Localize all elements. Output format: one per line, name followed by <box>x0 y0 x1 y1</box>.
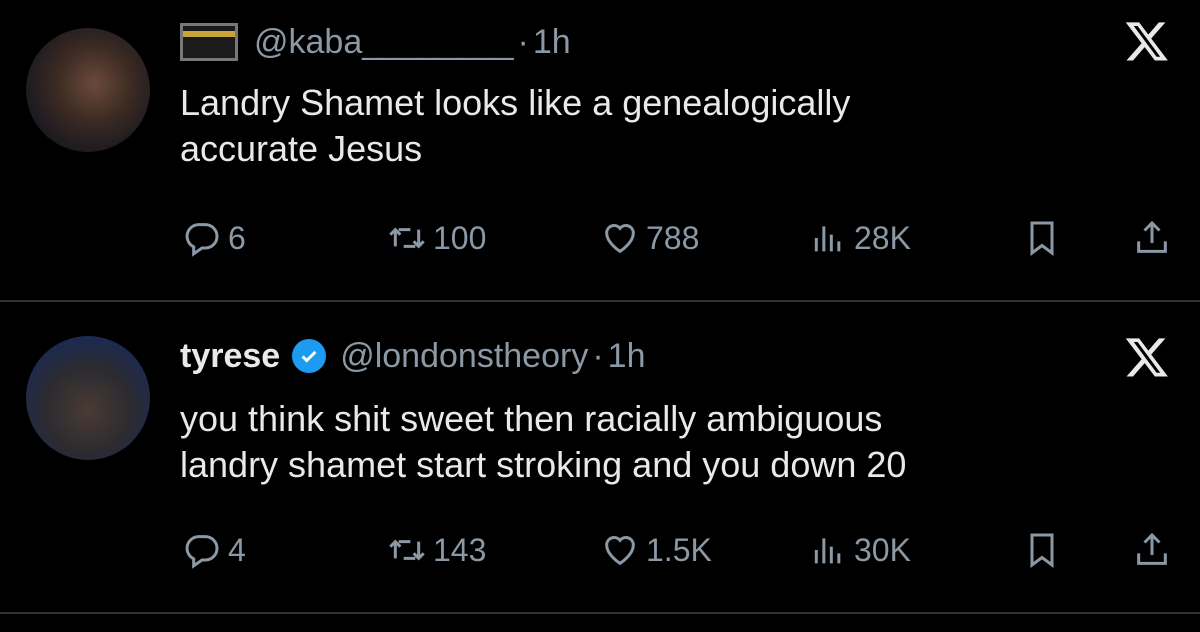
share-icon <box>1137 220 1167 253</box>
views-button[interactable]: 28K <box>808 216 911 260</box>
retweet-count: 143 <box>433 531 487 568</box>
share-icon <box>1137 532 1167 565</box>
retweet-button[interactable]: 143 <box>387 528 486 572</box>
like-count: 1.5K <box>646 531 712 568</box>
display-name[interactable]: tyrese <box>180 336 280 376</box>
bookmark-icon <box>1030 533 1054 568</box>
timestamp[interactable]: 1h <box>608 336 646 376</box>
bookmark-icon <box>1030 221 1054 256</box>
retweet-button[interactable]: 100 <box>387 216 486 260</box>
kaaba-emoji-icon <box>180 23 238 61</box>
retweet-icon <box>389 539 425 561</box>
user-handle[interactable]: @kaba________ <box>254 22 514 62</box>
like-button[interactable]: 788 <box>600 216 699 260</box>
x-logo-icon <box>1125 338 1168 377</box>
divider <box>0 612 1200 614</box>
action-bar: 6 100 788 28K <box>182 216 1172 260</box>
reply-button[interactable]: 4 <box>182 528 246 572</box>
avatar[interactable] <box>26 28 150 152</box>
tweet-1[interactable]: @kaba________ · 1h Landry Shamet looks l… <box>0 0 1200 300</box>
reply-icon <box>185 535 219 569</box>
reply-count: 6 <box>228 219 246 256</box>
tweet-text-line: landry shamet start stroking and you dow… <box>180 444 907 485</box>
bookmark-button[interactable] <box>1022 528 1062 572</box>
share-button[interactable] <box>1132 216 1172 260</box>
views-icon <box>814 538 841 564</box>
tweet-2[interactable]: tyrese @londonstheory · 1h you think shi… <box>0 302 1200 612</box>
like-count: 788 <box>646 219 700 256</box>
verified-badge-icon <box>292 339 327 373</box>
retweet-count: 100 <box>433 219 487 256</box>
tweet-text-line: accurate Jesus <box>180 128 423 169</box>
views-icon <box>814 226 841 252</box>
timestamp[interactable]: 1h <box>533 22 571 62</box>
x-logo-icon <box>1125 22 1168 61</box>
views-count: 28K <box>854 219 911 256</box>
tweet-header: @kaba________ · 1h <box>180 22 571 62</box>
retweet-icon <box>389 227 425 249</box>
tweet-text-line: you think shit sweet then racially ambig… <box>180 398 883 439</box>
separator-dot: · <box>592 337 604 375</box>
heart-icon <box>605 536 635 566</box>
user-handle[interactable]: @londonstheory <box>340 336 588 376</box>
bookmark-button[interactable] <box>1022 216 1062 260</box>
views-button[interactable]: 30K <box>808 528 911 572</box>
reply-button[interactable]: 6 <box>182 216 246 260</box>
tweet-text-line: Landry Shamet looks like a genealogicall… <box>180 82 851 123</box>
share-button[interactable] <box>1132 528 1172 572</box>
reply-count: 4 <box>228 531 246 568</box>
avatar[interactable] <box>26 336 150 460</box>
like-button[interactable]: 1.5K <box>600 528 712 572</box>
tweet-text: you think shit sweet then racially ambig… <box>180 396 1140 488</box>
action-bar: 4 143 1.5K 30K <box>182 528 1172 572</box>
separator-dot: · <box>517 23 529 61</box>
reply-icon <box>185 223 219 257</box>
heart-icon <box>605 224 635 254</box>
tweet-header: tyrese @londonstheory · 1h <box>180 336 645 376</box>
tweet-text: Landry Shamet looks like a genealogicall… <box>180 80 1140 172</box>
views-count: 30K <box>854 531 911 568</box>
